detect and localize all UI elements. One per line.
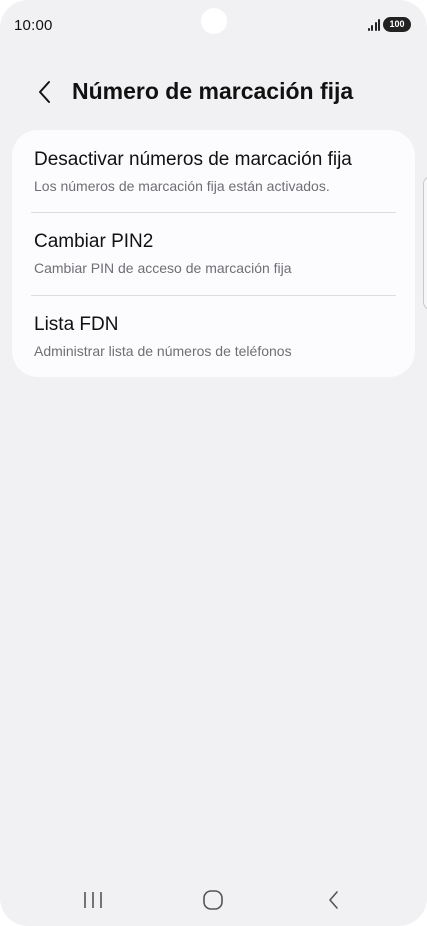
- status-bar: 10:00 100: [0, 0, 427, 52]
- page-title: Número de marcación fija: [72, 78, 354, 104]
- home-button[interactable]: [189, 884, 237, 916]
- recent-apps-button[interactable]: [69, 884, 117, 916]
- signal-icon: [367, 18, 380, 31]
- chevron-left-icon: [39, 81, 50, 103]
- back-button[interactable]: [26, 72, 62, 112]
- change-pin2-item[interactable]: Cambiar PIN2 Cambiar PIN de acceso de ma…: [12, 213, 415, 295]
- home-icon: [203, 890, 223, 910]
- app-header: Número de marcación fija: [0, 70, 427, 114]
- back-nav-button[interactable]: [309, 884, 357, 916]
- disable-fdn-title: Desactivar números de marcación fija: [34, 149, 352, 170]
- settings-card: Desactivar números de marcación fija Los…: [12, 130, 415, 377]
- change-pin2-title: Cambiar PIN2: [34, 231, 154, 252]
- battery-level: 100: [389, 19, 405, 29]
- camera-cutout: [201, 8, 227, 34]
- phone-screen: 10:00 100 Número de marcación fija Desac…: [0, 0, 427, 926]
- change-pin2-subtitle: Cambiar PIN de acceso de marcación fija: [34, 260, 292, 276]
- recent-apps-icon: [84, 892, 102, 908]
- disable-fdn-item[interactable]: Desactivar números de marcación fija Los…: [12, 130, 415, 212]
- status-time: 10:00: [14, 17, 53, 34]
- fdn-list-subtitle: Administrar lista de números de teléfono…: [34, 343, 292, 359]
- navigation-bar: [0, 876, 427, 924]
- edge-panel-handle[interactable]: [423, 176, 427, 310]
- back-icon: [329, 891, 338, 909]
- status-icons: 100: [367, 17, 411, 32]
- fdn-list-item[interactable]: Lista FDN Administrar lista de números d…: [12, 296, 415, 378]
- disable-fdn-subtitle: Los números de marcación fija están acti…: [34, 178, 330, 194]
- fdn-list-title: Lista FDN: [34, 314, 119, 335]
- battery-icon: 100: [383, 17, 411, 32]
